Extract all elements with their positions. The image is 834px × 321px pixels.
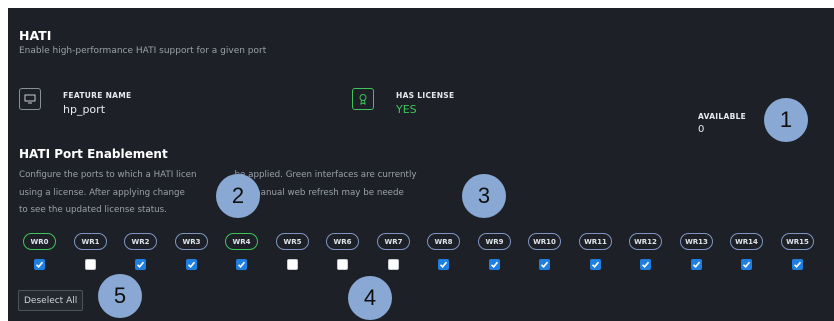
feature-name-label: FEATURE NAME (63, 91, 132, 100)
port-item: WR10 (527, 233, 563, 283)
port-checkbox[interactable] (287, 259, 298, 270)
callout-3: 3 (462, 174, 506, 218)
port-checkbox[interactable] (489, 259, 500, 270)
callout-5: 5 (98, 274, 142, 318)
has-license-value: YES (396, 103, 417, 116)
port-item: WR8 (426, 233, 462, 283)
port-item: WR6 (325, 233, 361, 283)
callout-1: 1 (764, 98, 808, 142)
port-checkbox[interactable] (539, 259, 550, 270)
check-icon (591, 261, 600, 268)
feature-name-value: hp_port (63, 103, 106, 116)
port-item: WR1 (73, 233, 109, 283)
port-item: WR13 (679, 233, 715, 283)
port-item: WR12 (628, 233, 664, 283)
port-checkbox[interactable] (34, 259, 45, 270)
license-icon (352, 88, 374, 110)
has-license-label: HAS LICENSE (396, 91, 455, 100)
port-checkbox[interactable] (186, 259, 197, 270)
page-title: HATI (19, 28, 52, 43)
port-checkbox[interactable] (640, 259, 651, 270)
port-checkbox[interactable] (388, 259, 399, 270)
callout-2: 2 (216, 174, 260, 218)
port-pill: WR6 (326, 233, 359, 250)
port-checkbox[interactable] (135, 259, 146, 270)
port-pill: WR5 (276, 233, 309, 250)
callout-4: 4 (348, 276, 392, 320)
port-item: WR11 (578, 233, 614, 283)
port-pill: WR8 (427, 233, 460, 250)
port-pill: WR0 (23, 233, 56, 250)
check-icon (742, 261, 751, 268)
port-pill: WR15 (781, 233, 814, 250)
check-icon (187, 261, 196, 268)
port-pill: WR3 (175, 233, 208, 250)
port-checkbox[interactable] (337, 259, 348, 270)
port-item: WR3 (174, 233, 210, 283)
check-icon (540, 261, 549, 268)
check-icon (439, 261, 448, 268)
port-pill: WR2 (124, 233, 157, 250)
hati-panel: HATI Enable high-performance HATI suppor… (8, 8, 834, 321)
check-icon (490, 261, 499, 268)
check-icon (237, 261, 246, 268)
port-pill: WR14 (730, 233, 763, 250)
port-pill: WR10 (528, 233, 561, 250)
port-checkbox[interactable] (85, 259, 96, 270)
port-pill: WR1 (74, 233, 107, 250)
check-icon (793, 261, 802, 268)
available-label: AVAILABLE (698, 112, 747, 121)
check-icon (136, 261, 145, 268)
port-checkbox[interactable] (236, 259, 247, 270)
port-pill: WR12 (629, 233, 662, 250)
port-checkbox[interactable] (792, 259, 803, 270)
section-title: HATI Port Enablement (19, 147, 168, 161)
port-checkbox[interactable] (438, 259, 449, 270)
port-item: WR5 (275, 233, 311, 283)
port-checkbox[interactable] (590, 259, 601, 270)
port-item: WR15 (780, 233, 816, 283)
port-pill: WR9 (478, 233, 511, 250)
port-pill: WR11 (579, 233, 612, 250)
port-checkbox[interactable] (691, 259, 702, 270)
port-pill: WR7 (377, 233, 410, 250)
port-pill: WR13 (680, 233, 713, 250)
check-icon (692, 261, 701, 268)
check-icon (641, 261, 650, 268)
port-item: WR4 (224, 233, 260, 283)
port-item: WR9 (477, 233, 513, 283)
available-value: 0 (698, 124, 705, 135)
port-item: WR0 (22, 233, 58, 283)
page-subtitle: Enable high-performance HATI support for… (19, 46, 267, 56)
deselect-all-button[interactable]: Deselect All (18, 290, 84, 311)
port-pill: WR4 (225, 233, 258, 250)
port-checkbox[interactable] (741, 259, 752, 270)
monitor-icon (19, 88, 41, 110)
port-item: WR7 (376, 233, 412, 283)
check-icon (35, 261, 44, 268)
port-list: WR0 WR1 WR2 WR3 WR4 WR5 WR6 WR7 WR8 WR9 WR10 WR11 WR… (22, 233, 834, 283)
port-item: WR14 (729, 233, 765, 283)
